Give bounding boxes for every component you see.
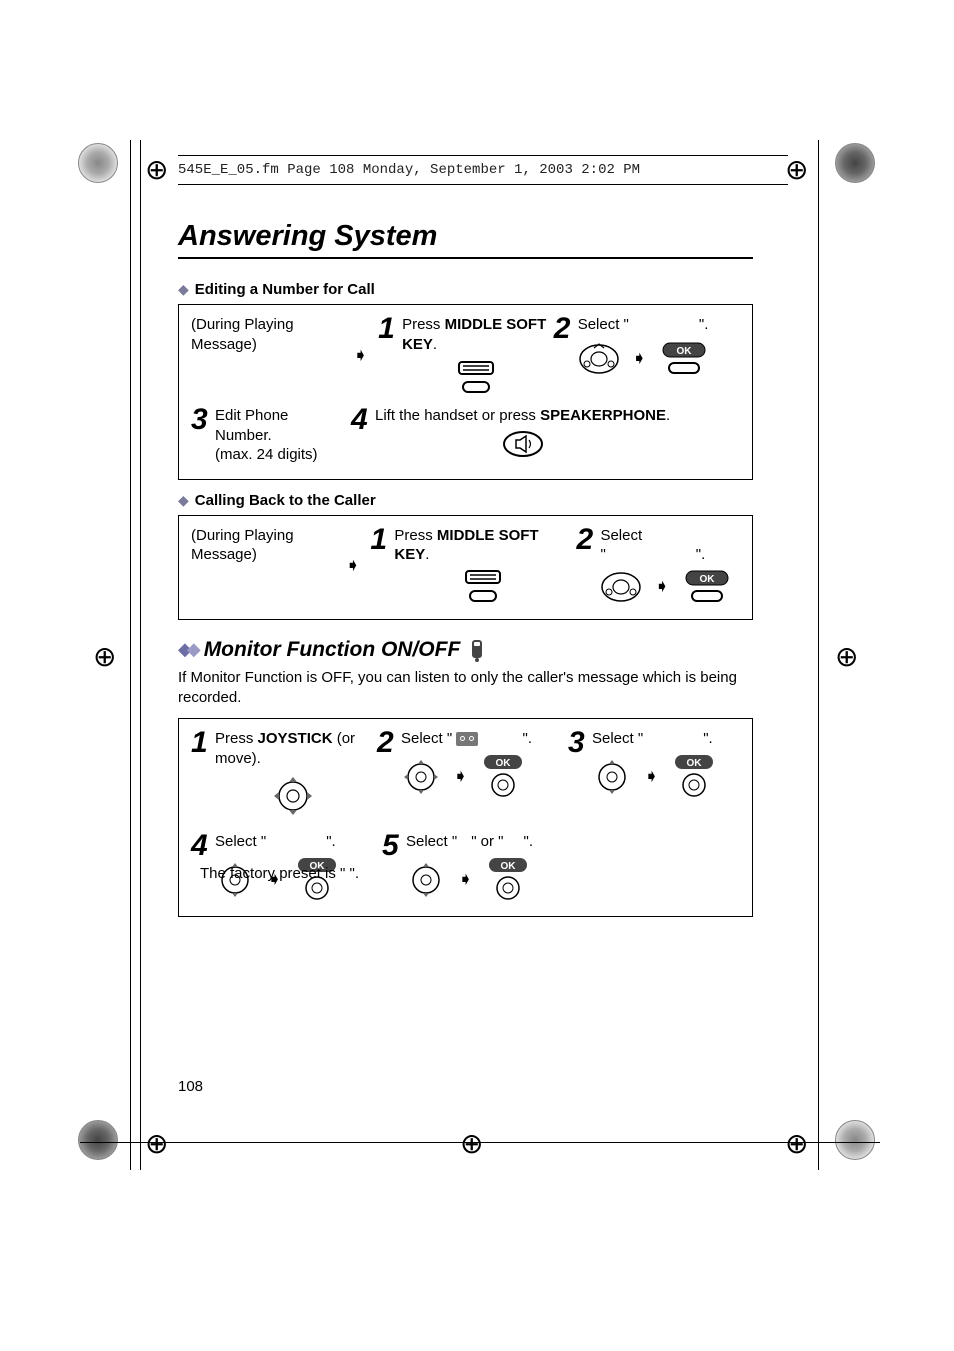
step-number: 3 [568, 729, 586, 756]
nav-pad-icon [578, 342, 620, 376]
softkey-icon [460, 569, 506, 603]
steps-box-edit-number: (During Playing Message) ➧ 1 Press MIDDL… [178, 304, 753, 480]
handset-small-icon [468, 638, 486, 662]
step-text: Press MIDDLE SOFT KEY. [394, 527, 538, 564]
arrow-right-icon: ➧ [644, 765, 659, 788]
arrow-right-icon: ➧ [654, 575, 669, 598]
svg-text:OK: OK [496, 758, 512, 769]
reg-dot-icon [78, 143, 118, 183]
step-text: Select "". [592, 730, 713, 747]
ok-joystick-icon: OK [485, 858, 531, 902]
step-number: 1 [191, 729, 209, 756]
crosshair-icon: ⊕ [835, 640, 858, 673]
step-text: Select " ". [401, 730, 532, 747]
section-monitor-heading: ◆◆ Monitor Function ON/OFF [178, 638, 753, 662]
double-diamond-icon: ◆◆ [178, 639, 196, 660]
reg-dot-icon [78, 1120, 118, 1160]
crop-line [140, 140, 141, 1170]
monitor-intro-text: If Monitor Function is OFF, you can list… [178, 668, 753, 709]
steps-box-monitor: 1 Press JOYSTICK (or move). [178, 718, 753, 917]
arrow-right-icon: ➧ [353, 345, 368, 366]
arrow-right-icon: ➧ [345, 555, 360, 576]
page-content: Answering System ◆ Editing a Number for … [178, 220, 753, 929]
crosshair-icon: ⊕ [93, 640, 116, 673]
step-text: Lift the handset or press SPEAKERPHONE. [375, 407, 670, 424]
tape-icon [456, 732, 478, 746]
subheading-calling-back: ◆ Calling Back to the Caller [178, 492, 753, 509]
arrow-right-icon: ➧ [632, 347, 647, 370]
ok-joystick-icon: OK [671, 755, 717, 799]
crosshair-icon: ⊕ [460, 1127, 483, 1160]
softkey-icon [453, 360, 499, 396]
subheading-text: Editing a Number for Call [195, 281, 375, 298]
ok-button-icon: OK [682, 569, 732, 605]
svg-text:OK: OK [687, 758, 703, 769]
joystick-vertical-icon [406, 860, 446, 900]
reg-dot-icon [835, 1120, 875, 1160]
diamond-icon: ◆ [178, 492, 189, 509]
step-number: 1 [378, 315, 396, 342]
step-text: Select "". [578, 316, 709, 333]
svg-text:OK: OK [676, 346, 692, 357]
section-heading-text: Monitor Function ON/OFF [204, 638, 461, 662]
during-playing-label: (During Playing Message) [191, 315, 343, 354]
step-number: 4 [191, 832, 209, 859]
step-text: Press JOYSTICK (or move). [215, 730, 355, 767]
step-text: Select "". [215, 833, 336, 850]
crop-line [818, 140, 819, 1170]
joystick-icon [271, 774, 315, 818]
step-number: 2 [554, 315, 572, 342]
subheading-editing-number: ◆ Editing a Number for Call [178, 281, 753, 298]
steps-box-call-back: (During Playing Message) ➧ 1 Press MIDDL… [178, 515, 753, 620]
print-header-text: 545E_E_05.fm Page 108 Monday, September … [178, 162, 640, 178]
speakerphone-icon [502, 430, 544, 458]
subheading-text: Calling Back to the Caller [195, 492, 376, 509]
step-text: Select "" or "". [406, 833, 533, 850]
step-text: Edit Phone Number. (max. 24 digits) [215, 406, 341, 465]
ok-joystick-icon: OK [480, 755, 526, 799]
step-number: 4 [351, 406, 369, 433]
ok-button-icon: OK [659, 341, 709, 377]
joystick-vertical-icon [592, 757, 632, 797]
step-text: Select "". [600, 527, 705, 564]
during-playing-label: (During Playing Message) [191, 526, 335, 565]
print-header: 545E_E_05.fm Page 108 Monday, September … [178, 155, 788, 185]
arrow-right-icon: ➧ [453, 765, 468, 788]
crosshair-icon: ⊕ [785, 1127, 808, 1160]
crosshair-icon: ⊕ [785, 153, 808, 186]
step-number: 2 [377, 729, 395, 756]
diamond-icon: ◆ [178, 281, 189, 298]
title-rule [178, 257, 753, 259]
crop-line [130, 140, 131, 1170]
step-number: 2 [576, 526, 594, 553]
svg-text:OK: OK [699, 574, 715, 585]
arrow-right-icon: ➧ [458, 868, 473, 891]
step-number: 3 [191, 406, 209, 433]
step-number: 5 [382, 832, 400, 859]
reg-dot-icon [835, 143, 875, 183]
crop-line [80, 1142, 880, 1143]
step-text: Press MIDDLE SOFT KEY. [402, 316, 546, 353]
svg-text:OK: OK [501, 861, 517, 872]
page-title: Answering System [178, 220, 753, 253]
page-number: 108 [178, 1078, 203, 1095]
crosshair-icon: ⊕ [145, 1127, 168, 1160]
factory-preset-note: The factory preset is " ". [200, 865, 359, 882]
crosshair-icon: ⊕ [145, 153, 168, 186]
step-number: 1 [370, 526, 388, 553]
nav-pad-icon [600, 570, 642, 604]
joystick-icon [401, 757, 441, 797]
